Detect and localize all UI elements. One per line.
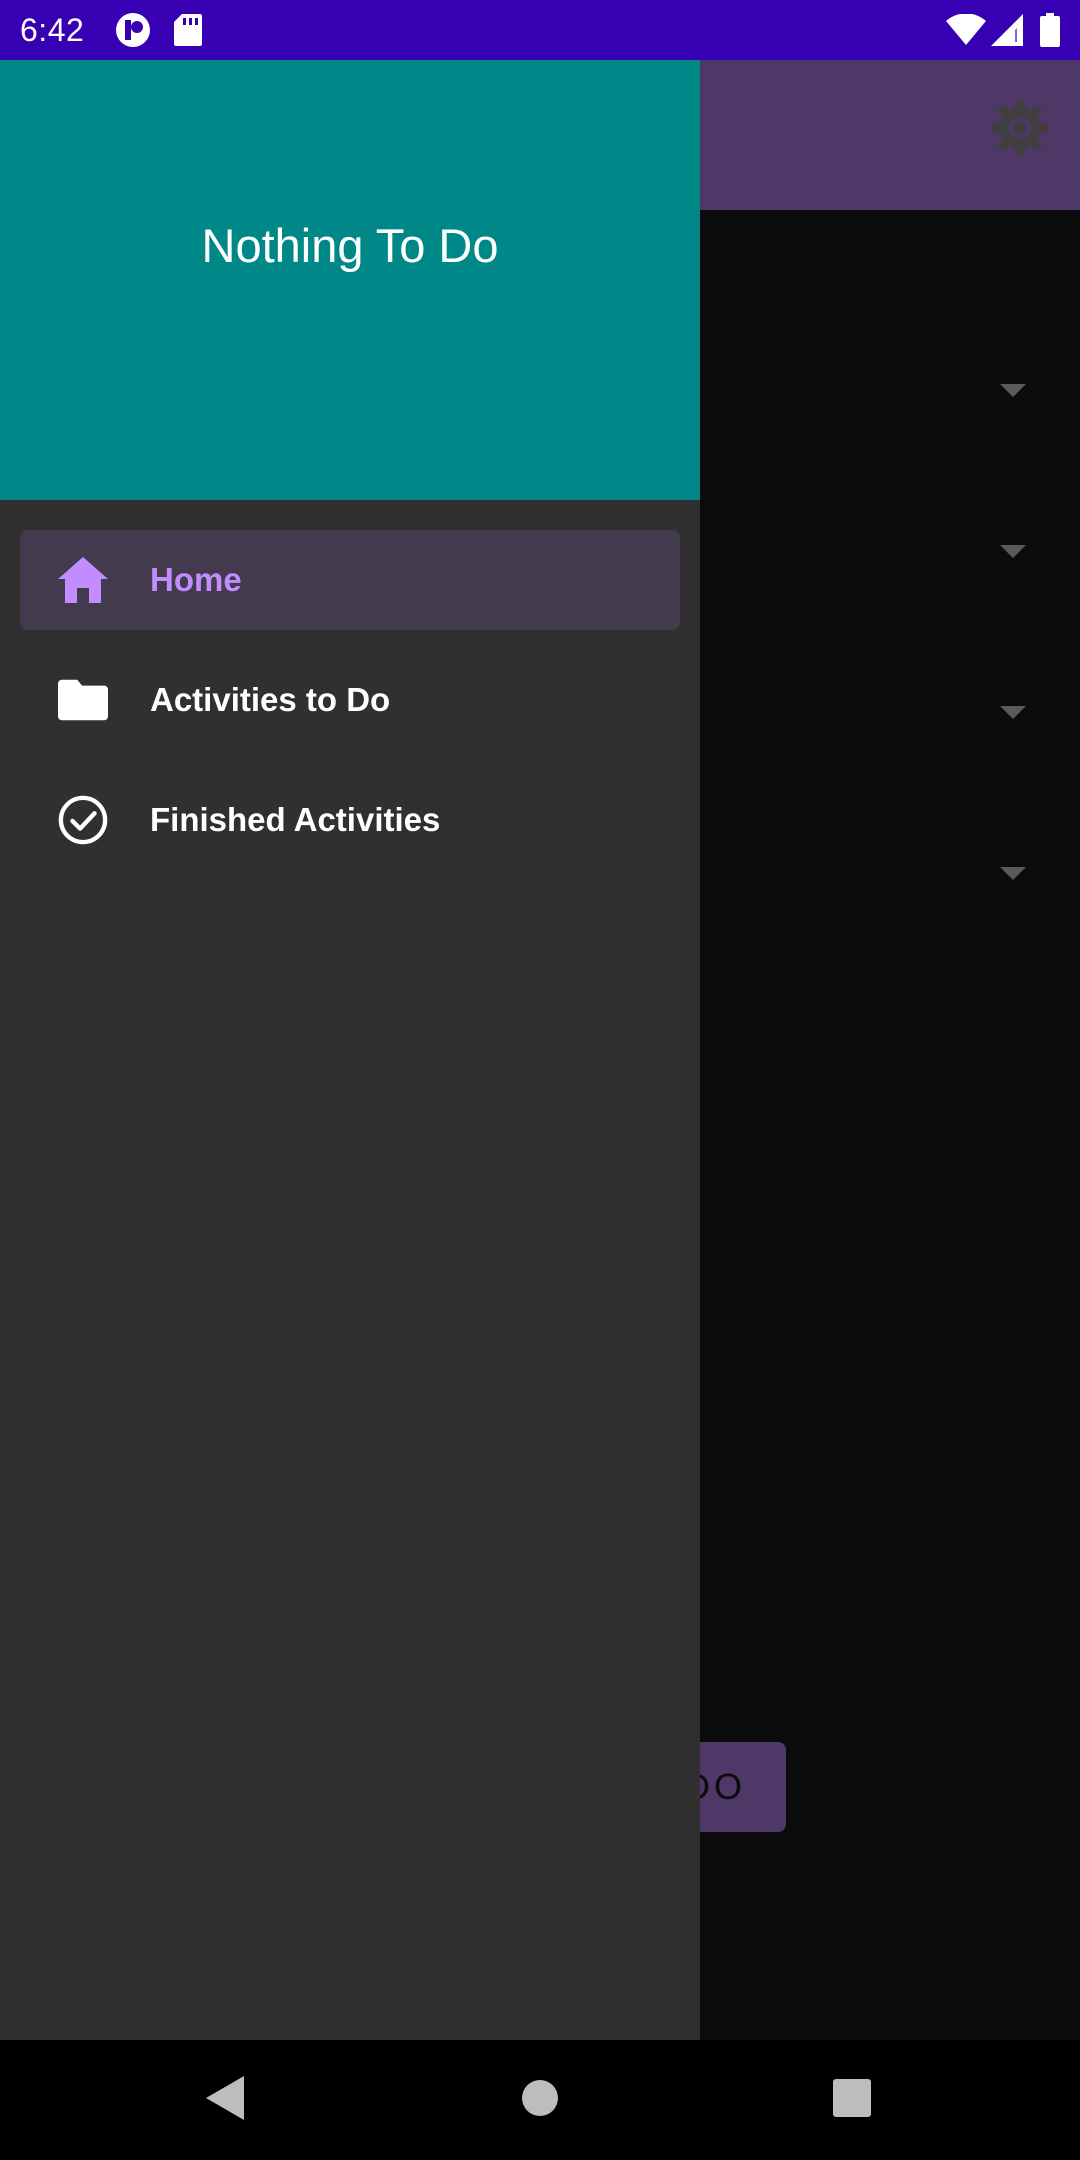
wifi-icon xyxy=(946,0,986,60)
gear-icon xyxy=(990,98,1050,163)
settings-button[interactable] xyxy=(985,95,1055,165)
drawer-header: Nothing To Do xyxy=(0,60,700,500)
back-button[interactable] xyxy=(196,2070,256,2130)
navigation-drawer: Nothing To Do Home Activities to Do Fini… xyxy=(0,60,700,2040)
status-time: 6:42 xyxy=(20,12,85,48)
nav-item-label: Finished Activities xyxy=(150,801,441,838)
home-circle-icon xyxy=(520,2078,560,2123)
home-icon xyxy=(58,555,108,605)
battery-icon xyxy=(1038,0,1062,60)
sd-card-icon xyxy=(172,0,204,60)
dropdown-arrow-2[interactable] xyxy=(1000,539,1026,565)
nav-item-label: Activities to Do xyxy=(150,681,391,718)
check-circle-icon xyxy=(58,795,108,845)
dropdown-arrow-1[interactable] xyxy=(1000,378,1026,404)
nav-item-finished-activities[interactable]: Finished Activities xyxy=(20,770,680,870)
dropdown-arrow-4[interactable] xyxy=(1000,861,1026,887)
system-nav-bar xyxy=(0,2040,1080,2160)
nav-item-home[interactable]: Home xyxy=(20,530,680,630)
back-icon xyxy=(206,2075,246,2125)
recents-button[interactable] xyxy=(822,2070,882,2130)
drawer-title: Nothing To Do xyxy=(201,219,499,272)
dropdown-arrow-3[interactable] xyxy=(1000,700,1026,726)
signal-icon xyxy=(990,0,1024,60)
folder-icon xyxy=(58,675,108,725)
recents-icon xyxy=(833,2078,871,2122)
app-notification-icon xyxy=(112,0,154,60)
nav-item-label: Home xyxy=(150,561,242,598)
status-bar: 6:42 xyxy=(0,0,1080,60)
home-button[interactable] xyxy=(510,2070,570,2130)
nav-item-activities-to-do[interactable]: Activities to Do xyxy=(20,650,680,750)
